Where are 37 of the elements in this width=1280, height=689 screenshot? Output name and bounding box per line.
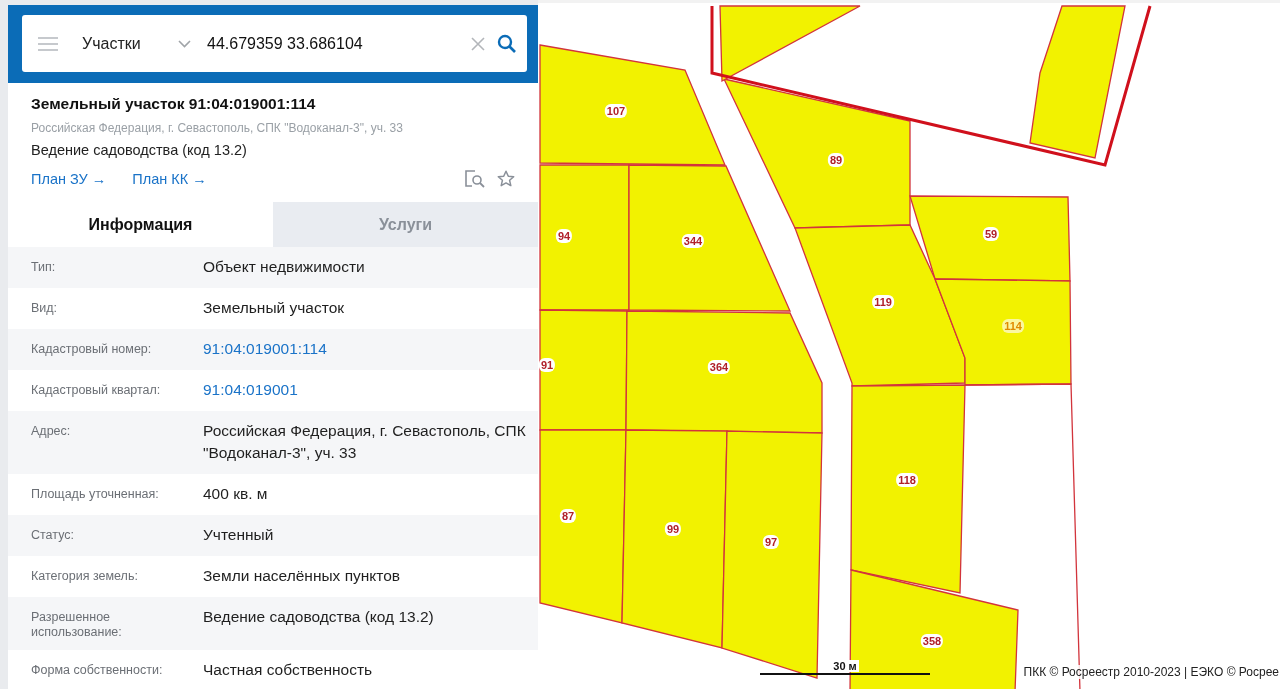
map-attribution: ПКК © Росреестр 2010-2023 | ЕЭКО © Росрее xyxy=(1022,665,1280,679)
field-label: Разрешенное использование: xyxy=(31,609,123,640)
field-label: Адрес: xyxy=(31,423,71,439)
search-button[interactable] xyxy=(497,33,517,54)
chevron-down-icon[interactable] xyxy=(178,39,191,48)
field-label: Тип: xyxy=(31,259,56,275)
menu-icon[interactable] xyxy=(38,36,58,51)
field-label: Кадастровый квартал: xyxy=(31,382,161,398)
category-select[interactable]: Участки xyxy=(82,34,178,53)
field-value: Земельный участок xyxy=(203,298,345,318)
field-label: Статус: xyxy=(31,527,74,543)
favorite-star-icon[interactable] xyxy=(497,170,515,188)
object-usage: Ведение садоводства (код 13.2) xyxy=(31,142,247,158)
object-title: Земельный участок 91:04:019001:114 xyxy=(31,95,316,113)
plan-link[interactable]: План ЗУ → xyxy=(31,171,107,187)
search-field[interactable]: 44.679359 33.686104 xyxy=(207,34,463,53)
object-address: Российская Федерация, г. Севастополь, СПК "Водоканал-3", уч. 33 xyxy=(31,121,403,135)
field-link[interactable]: 91:04:019001 xyxy=(203,379,298,401)
clear-icon[interactable] xyxy=(471,36,485,51)
field-value: Объект недвижимости xyxy=(203,257,365,277)
field-label: Форма собственности: xyxy=(31,662,163,678)
zoom-to-object-icon[interactable] xyxy=(465,170,485,188)
field-label: Кадастровый номер: xyxy=(31,341,152,357)
field-label: Площадь уточненная: xyxy=(31,486,159,502)
field-value: Ведение садоводства (код 13.2) xyxy=(203,607,434,627)
plan-link[interactable]: План КК → xyxy=(132,171,207,187)
field-value: Земли населённых пунктов xyxy=(203,566,401,586)
field-label: Категория земель: xyxy=(31,568,138,584)
parcel-number[interactable]: 118 xyxy=(896,473,918,487)
field-link[interactable]: 91:04:019001:114 xyxy=(203,338,327,360)
field-value: Учтенный xyxy=(203,525,274,545)
field-value: 400 кв. м xyxy=(203,484,268,504)
field-label: Вид: xyxy=(31,300,58,316)
scale-label: 30 м xyxy=(831,660,859,672)
field-value: Российская Федерация, г. Севастополь, СПК "Водоканал-3", уч. 33 xyxy=(203,421,527,463)
field-value: Частная собственность xyxy=(203,660,373,680)
parcel-number[interactable]: 119 xyxy=(872,295,894,309)
